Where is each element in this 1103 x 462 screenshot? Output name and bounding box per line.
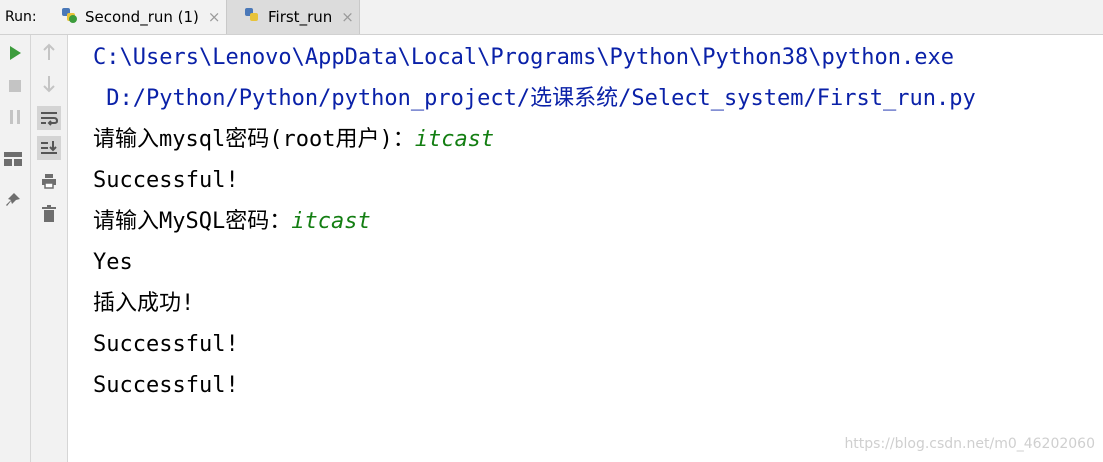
close-icon[interactable]: × bbox=[341, 8, 354, 26]
scroll-to-end-icon[interactable] bbox=[37, 136, 61, 160]
python-file-icon bbox=[243, 6, 261, 28]
run-tool-window: Run: Second_run (1) × First_run × C:\Use… bbox=[0, 0, 1103, 462]
console-line-output: Successful! bbox=[93, 332, 239, 357]
console-output[interactable]: C:\Users\Lenovo\AppData\Local\Programs\P… bbox=[68, 35, 1103, 462]
close-icon[interactable]: × bbox=[208, 8, 221, 26]
console-line-output: 插入成功! bbox=[93, 291, 195, 316]
console-line-script-path: D:/Python/Python/python_project/选课系统/Sel… bbox=[93, 86, 976, 111]
pin-icon[interactable] bbox=[1, 188, 25, 212]
prompt-text: 请输入MySQL密码： bbox=[93, 209, 292, 234]
tab-label: First_run bbox=[268, 8, 333, 26]
print-icon[interactable] bbox=[37, 169, 61, 193]
stop-icon[interactable] bbox=[3, 74, 27, 98]
user-input-text: itcast bbox=[291, 209, 371, 234]
console-line-prompt: 请输入MySQL密码：itcast bbox=[93, 207, 371, 237]
tab-second-run[interactable]: Second_run (1) × bbox=[44, 0, 226, 34]
run-label: Run: bbox=[5, 9, 37, 25]
watermark: https://blog.csdn.net/m0_46202060 bbox=[844, 436, 1095, 452]
prompt-text: 请输入mysql密码(root用户)： bbox=[93, 127, 415, 152]
console-line-interpreter-path: C:\Users\Lenovo\AppData\Local\Programs\P… bbox=[93, 45, 954, 70]
run-controls-toolbar bbox=[0, 35, 31, 462]
up-arrow-icon[interactable] bbox=[37, 40, 61, 64]
console-line-output: Successful! bbox=[93, 373, 239, 398]
run-icon[interactable] bbox=[3, 41, 27, 65]
console-line-prompt: 请输入mysql密码(root用户)：itcast bbox=[93, 125, 494, 155]
down-arrow-icon[interactable] bbox=[37, 72, 61, 96]
console-line-output: Successful! bbox=[93, 168, 239, 193]
run-tab-bar: Run: Second_run (1) × First_run × bbox=[0, 0, 1103, 35]
layout-icon[interactable] bbox=[1, 147, 25, 171]
console-line-output: Yes bbox=[93, 250, 133, 275]
trash-icon[interactable] bbox=[37, 201, 61, 225]
soft-wrap-icon[interactable] bbox=[37, 106, 61, 130]
pause-icon[interactable] bbox=[3, 105, 27, 129]
console-actions-toolbar bbox=[31, 35, 68, 462]
user-input-text: itcast bbox=[414, 127, 495, 152]
tab-label: Second_run (1) bbox=[85, 8, 199, 26]
tab-first-run[interactable]: First_run × bbox=[226, 0, 360, 34]
python-file-icon bbox=[60, 6, 78, 28]
